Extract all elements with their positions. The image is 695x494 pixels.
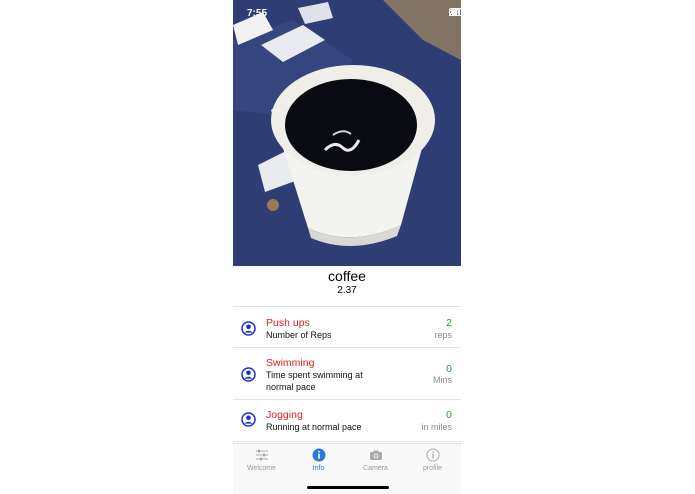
tab-welcome[interactable]: Welcome (233, 448, 290, 472)
home-indicator[interactable] (307, 486, 389, 489)
activity-description: Number of Reps (266, 330, 332, 340)
user-avatar-icon (241, 412, 256, 427)
tab-profile[interactable]: profile (404, 448, 461, 472)
camera-icon (369, 450, 382, 460)
user-avatar-icon (241, 321, 256, 336)
coffee-photo-illustration (233, 0, 461, 266)
activity-unit: reps (434, 330, 452, 340)
activity-amount: 0 (446, 409, 452, 421)
list-item[interactable]: Jogging Running at normal pace 0 in mile… (233, 400, 461, 442)
activity-unit: in miles (421, 422, 452, 432)
activity-amount: 2 (446, 317, 452, 329)
user-avatar-icon (241, 367, 256, 382)
sliders-icon (255, 449, 268, 461)
activity-description: Time spent swimming at normal pace (266, 370, 363, 392)
captured-photo: 7:55 (233, 0, 461, 266)
activity-description: Running at normal pace (266, 422, 362, 432)
info-icon (426, 448, 439, 462)
activity-amount: 0 (446, 363, 452, 375)
status-time: 7:55 (247, 8, 268, 19)
phone-screen: 7:55 coffee 2.37 Push ups Number of Reps… (233, 0, 461, 494)
prediction-summary: coffee 2.37 (233, 266, 461, 296)
activity-title: Push ups (266, 317, 310, 329)
info-icon (312, 448, 325, 462)
activity-title: Jogging (266, 409, 303, 421)
tab-label: Welcome (246, 465, 277, 472)
divider (233, 306, 461, 307)
list-item[interactable]: Swimming Time spent swimming at normal p… (233, 348, 461, 400)
battery-icon (449, 8, 461, 16)
tab-label: Camera (363, 465, 388, 472)
activity-title: Swimming (266, 357, 315, 369)
tab-label: Info (312, 465, 325, 472)
tab-label: profile (422, 465, 443, 472)
tab-camera[interactable]: Camera (347, 448, 404, 472)
tab-info[interactable]: Info (290, 448, 347, 472)
item-name: coffee (328, 268, 366, 284)
status-bar: 7:55 (233, 0, 461, 22)
list-item[interactable]: Push ups Number of Reps 2 reps (233, 309, 461, 348)
activity-unit: Mins (432, 375, 452, 385)
activity-list: Push ups Number of Reps 2 reps Swimming … (233, 309, 461, 442)
item-value: 2.37 (337, 285, 357, 296)
